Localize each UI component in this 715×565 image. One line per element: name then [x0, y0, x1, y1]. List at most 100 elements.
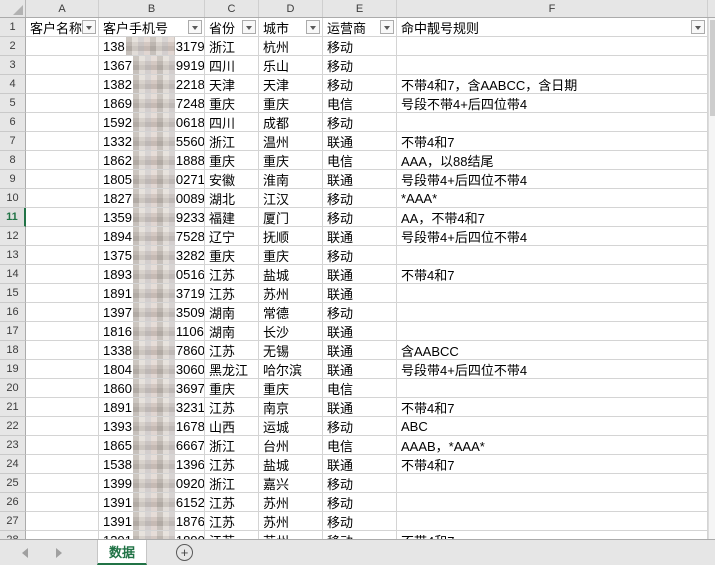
cell-phone[interactable]: 13990920 — [99, 474, 205, 493]
header-cell-a[interactable]: 客户名称 — [26, 18, 99, 37]
cell-city[interactable]: 江汉 — [259, 189, 323, 208]
cell-rule[interactable] — [397, 303, 708, 322]
row-header[interactable]: 18 — [0, 341, 26, 360]
vertical-scrollbar[interactable] — [708, 18, 715, 539]
cell-province[interactable]: 安徽 — [205, 170, 259, 189]
cell-province[interactable]: 山西 — [205, 417, 259, 436]
cell-rule[interactable] — [397, 246, 708, 265]
cell-province[interactable]: 江苏 — [205, 493, 259, 512]
cell-city[interactable]: 运城 — [259, 417, 323, 436]
cell-customer-name[interactable] — [26, 303, 99, 322]
cell-customer-name[interactable] — [26, 56, 99, 75]
sheet-tab-data[interactable]: 数据 — [97, 540, 147, 565]
cell-phone[interactable]: 13822218 — [99, 75, 205, 94]
cell-rule[interactable] — [397, 493, 708, 512]
row-header[interactable]: 28 — [0, 531, 26, 539]
header-cell-f[interactable]: 命中靓号规则 — [397, 18, 708, 37]
cell-customer-name[interactable] — [26, 455, 99, 474]
cell-phone[interactable]: 18913231 — [99, 398, 205, 417]
row-header[interactable]: 21 — [0, 398, 26, 417]
cell-city[interactable]: 抚顺 — [259, 227, 323, 246]
header-cell-c[interactable]: 省份 — [205, 18, 259, 37]
cell-customer-name[interactable] — [26, 132, 99, 151]
cell-carrier[interactable]: 移动 — [323, 56, 397, 75]
cell-province[interactable]: 江苏 — [205, 265, 259, 284]
cell-rule[interactable]: 号段带4+后四位不带4 — [397, 227, 708, 246]
column-header-d[interactable]: D — [259, 0, 323, 17]
cell-carrier[interactable]: 移动 — [323, 113, 397, 132]
cell-phone[interactable]: 13599233 — [99, 208, 205, 227]
cell-carrier[interactable]: 移动 — [323, 417, 397, 436]
cell-customer-name[interactable] — [26, 474, 99, 493]
cell-rule[interactable] — [397, 512, 708, 531]
cell-carrier[interactable]: 联通 — [323, 170, 397, 189]
cell-phone[interactable]: 13911876 — [99, 512, 205, 531]
cell-customer-name[interactable] — [26, 436, 99, 455]
cell-rule[interactable]: AAAB，*AAA* — [397, 436, 708, 455]
cell-province[interactable]: 浙江 — [205, 37, 259, 56]
cell-customer-name[interactable] — [26, 284, 99, 303]
row-header[interactable]: 11 — [0, 208, 26, 227]
cell-province[interactable]: 江苏 — [205, 455, 259, 474]
cell-city[interactable]: 成都 — [259, 113, 323, 132]
cell-phone[interactable]: 15381396 — [99, 455, 205, 474]
cell-phone[interactable]: 13911890 — [99, 531, 205, 539]
row-header[interactable]: 19 — [0, 360, 26, 379]
cell-province[interactable]: 重庆 — [205, 379, 259, 398]
cell-province[interactable]: 福建 — [205, 208, 259, 227]
cell-carrier[interactable]: 联通 — [323, 341, 397, 360]
cell-customer-name[interactable] — [26, 417, 99, 436]
cell-customer-name[interactable] — [26, 360, 99, 379]
cell-customer-name[interactable] — [26, 113, 99, 132]
cell-city[interactable]: 淮南 — [259, 170, 323, 189]
cell-carrier[interactable]: 联通 — [323, 322, 397, 341]
cell-province[interactable]: 湖南 — [205, 322, 259, 341]
cell-carrier[interactable]: 联通 — [323, 265, 397, 284]
cell-customer-name[interactable] — [26, 246, 99, 265]
row-header[interactable]: 14 — [0, 265, 26, 284]
filter-dropdown-icon[interactable] — [82, 20, 96, 34]
cell-city[interactable]: 重庆 — [259, 246, 323, 265]
cell-rule[interactable]: 不带4和7 — [397, 455, 708, 474]
row-header[interactable]: 5 — [0, 94, 26, 113]
cell-rule[interactable]: *AAA* — [397, 189, 708, 208]
cell-carrier[interactable]: 移动 — [323, 512, 397, 531]
cell-carrier[interactable]: 移动 — [323, 75, 397, 94]
cell-rule[interactable]: 号段不带4+后四位带4 — [397, 94, 708, 113]
cell-province[interactable]: 黑龙江 — [205, 360, 259, 379]
cell-rule[interactable] — [397, 37, 708, 56]
row-header[interactable]: 7 — [0, 132, 26, 151]
cell-customer-name[interactable] — [26, 208, 99, 227]
cell-customer-name[interactable] — [26, 341, 99, 360]
cell-rule[interactable]: 不带4和7 — [397, 531, 708, 539]
cell-province[interactable]: 四川 — [205, 113, 259, 132]
cell-city[interactable]: 重庆 — [259, 151, 323, 170]
cell-province[interactable]: 浙江 — [205, 436, 259, 455]
column-header-e[interactable]: E — [323, 0, 397, 17]
cell-province[interactable]: 浙江 — [205, 474, 259, 493]
header-cell-d[interactable]: 城市 — [259, 18, 323, 37]
row-header[interactable]: 20 — [0, 379, 26, 398]
cell-rule[interactable]: AAA，以88结尾 — [397, 151, 708, 170]
cell-customer-name[interactable] — [26, 265, 99, 284]
cell-phone[interactable]: 18913719 — [99, 284, 205, 303]
cell-province[interactable]: 辽宁 — [205, 227, 259, 246]
cell-province[interactable]: 重庆 — [205, 94, 259, 113]
row-header[interactable]: 6 — [0, 113, 26, 132]
cell-province[interactable]: 江苏 — [205, 512, 259, 531]
cell-customer-name[interactable] — [26, 379, 99, 398]
cell-rule[interactable]: AA，不带4和7 — [397, 208, 708, 227]
cell-phone[interactable]: 15920618 — [99, 113, 205, 132]
cell-phone[interactable]: 18043060 — [99, 360, 205, 379]
row-header[interactable]: 27 — [0, 512, 26, 531]
cell-rule[interactable]: 不带4和7 — [397, 398, 708, 417]
filter-dropdown-icon[interactable] — [380, 20, 394, 34]
cell-carrier[interactable]: 电信 — [323, 379, 397, 398]
cell-province[interactable]: 江苏 — [205, 398, 259, 417]
cell-rule[interactable]: ABC — [397, 417, 708, 436]
row-header[interactable]: 4 — [0, 75, 26, 94]
cell-rule[interactable] — [397, 56, 708, 75]
cell-city[interactable]: 杭州 — [259, 37, 323, 56]
cell-city[interactable]: 台州 — [259, 436, 323, 455]
cell-carrier[interactable]: 电信 — [323, 151, 397, 170]
